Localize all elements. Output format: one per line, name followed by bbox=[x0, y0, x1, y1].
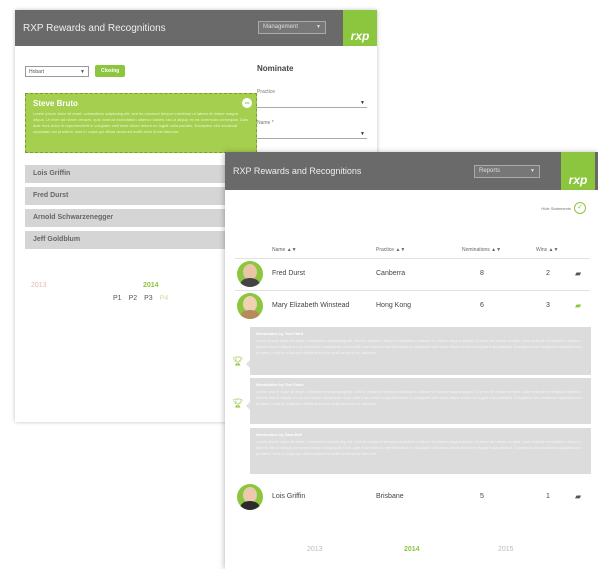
year-2015[interactable]: 2015 bbox=[498, 546, 514, 553]
featured-nominee-card[interactable]: Steve Bruto Lorem ipsum dolor sit amet, … bbox=[25, 93, 257, 153]
table-row[interactable]: Mary Elizabeth Winstead Hong Kong 6 3 ▰ bbox=[225, 293, 598, 321]
caret-down-icon: ▼ bbox=[360, 131, 365, 137]
period-p2[interactable]: P2 bbox=[129, 295, 138, 302]
row-name: Mary Elizabeth Winstead bbox=[272, 302, 350, 309]
nomination-statement: Nomination by Tim Shaw Lorem ipsum dolor… bbox=[250, 378, 591, 424]
year-2014[interactable]: 2014 bbox=[143, 282, 159, 289]
column-nominations[interactable]: Nominations ▲▼ bbox=[462, 247, 501, 253]
view-dropdown-value: Reports bbox=[479, 168, 501, 174]
trophy-icon: 🏆︎ bbox=[232, 398, 251, 410]
year-2013[interactable]: 2013 bbox=[307, 546, 323, 553]
row-wins: 2 bbox=[546, 270, 550, 277]
nomination-statement: Nomination by Sara Bell Lorem ipsum dolo… bbox=[250, 428, 591, 474]
nominate-title: Nominate bbox=[257, 64, 294, 73]
divider bbox=[235, 258, 590, 259]
app-title: RXP Rewards and Recognitions bbox=[233, 166, 362, 176]
trophy-icon: 🏆︎ bbox=[232, 356, 251, 368]
year-2013[interactable]: 2013 bbox=[31, 282, 47, 289]
view-dropdown-value: Management bbox=[263, 24, 299, 30]
rxp-logo: rxp bbox=[343, 10, 377, 46]
nomination-title: Nomination by Tim Shaw bbox=[256, 382, 304, 387]
nomination-text: Lorem ipsum dolor sit amet, consectetur … bbox=[256, 439, 582, 456]
app-title: RXP Rewards and Recognitions bbox=[23, 22, 166, 34]
row-name: Lois Griffin bbox=[272, 493, 306, 500]
caret-down-icon: ▼ bbox=[530, 168, 535, 174]
row-nominations: 6 bbox=[480, 302, 484, 309]
divider bbox=[235, 290, 590, 291]
row-wins: 1 bbox=[546, 493, 550, 500]
caret-down-icon: ▼ bbox=[360, 100, 365, 106]
row-practice: Canberra bbox=[376, 270, 406, 277]
office-select-value: Hobart bbox=[29, 68, 45, 75]
nomination-statement: Nomination by Tom Hard Lorem ipsum dolor… bbox=[250, 327, 591, 375]
row-name: Fred Durst bbox=[272, 270, 306, 277]
row-practice: Brisbane bbox=[376, 493, 404, 500]
avatar bbox=[237, 293, 263, 319]
front-window: RXP Rewards and Recognitions Reports ▼ r… bbox=[225, 152, 598, 569]
featured-nominee-name: Steve Bruto bbox=[33, 99, 78, 108]
practice-select[interactable]: ▼ bbox=[257, 97, 367, 108]
featured-nominee-text: Lorem ipsum dolor sit amet, consectetur … bbox=[33, 111, 248, 134]
year-2014[interactable]: 2014 bbox=[404, 546, 420, 553]
nominee-item[interactable]: Lois Griffin bbox=[25, 165, 257, 183]
nomination-title: Nomination by Sara Bell bbox=[256, 432, 303, 437]
table-row[interactable]: Fred Durst Canberra 8 2 ▰ bbox=[225, 261, 598, 289]
row-wins: 3 bbox=[546, 302, 550, 309]
avatar bbox=[237, 484, 263, 510]
chat-icon[interactable]: ▰ bbox=[575, 269, 581, 278]
view-dropdown[interactable]: Reports ▼ bbox=[474, 165, 540, 178]
caret-down-icon: ▼ bbox=[316, 24, 321, 30]
table-row[interactable]: Lois Griffin Brisbane 5 1 ▰ bbox=[225, 484, 598, 512]
nominee-item[interactable]: Jeff Goldblum bbox=[25, 231, 257, 249]
avatar bbox=[237, 261, 263, 287]
column-wins[interactable]: Wins ▲▼ bbox=[536, 247, 558, 253]
app-header: RXP Rewards and Recognitions Reports ▼ r… bbox=[225, 152, 598, 190]
closing-button[interactable]: Closing bbox=[95, 65, 126, 77]
view-dropdown[interactable]: Management ▼ bbox=[258, 21, 326, 34]
period-nav: P1 P2 P3 P4 bbox=[113, 295, 168, 302]
nomination-text: Lorem ipsum dolor sit amet, consectetur … bbox=[256, 389, 582, 406]
name-label: Name * bbox=[257, 120, 274, 126]
period-p1[interactable]: P1 bbox=[113, 295, 122, 302]
nominate-form: Nominate Practice ▼ Name * ▼ bbox=[257, 64, 367, 139]
office-filter: Hobart ▼ Closing bbox=[25, 65, 126, 77]
column-name[interactable]: Name ▲▼ bbox=[272, 247, 297, 253]
nominee-item[interactable]: Arnold Schwarzenegger bbox=[25, 209, 257, 227]
app-header: RXP Rewards and Recognitions Management … bbox=[15, 10, 377, 46]
nominee-item[interactable]: Fred Durst bbox=[25, 187, 257, 205]
row-practice: Hong Kong bbox=[376, 302, 412, 309]
practice-label: Practice bbox=[257, 89, 276, 95]
minus-circle-icon[interactable]: − bbox=[242, 98, 252, 108]
office-select[interactable]: Hobart ▼ bbox=[25, 65, 89, 77]
table-header: Name ▲▼ Practice ▲▼ Nominations ▲▼ Wins … bbox=[225, 247, 598, 257]
name-select[interactable]: ▼ bbox=[257, 128, 367, 139]
caret-down-icon: ▼ bbox=[80, 68, 85, 75]
column-practice[interactable]: Practice ▲▼ bbox=[376, 247, 405, 253]
nominee-list: Lois Griffin Fred Durst Arnold Schwarzen… bbox=[25, 165, 257, 253]
period-p4[interactable]: P4 bbox=[160, 295, 169, 302]
period-p3[interactable]: P3 bbox=[144, 295, 153, 302]
row-nominations: 8 bbox=[480, 270, 484, 277]
chat-icon[interactable]: ▰ bbox=[575, 492, 581, 501]
hide-statements-label: Hide Statements bbox=[541, 205, 571, 211]
check-circle-icon[interactable]: ✓ bbox=[574, 202, 586, 214]
nomination-text: Lorem ipsum dolor sit amet, consectetur … bbox=[256, 338, 582, 355]
chat-icon[interactable]: ▰ bbox=[575, 301, 581, 310]
nomination-title: Nomination by Tom Hard bbox=[256, 331, 304, 336]
rxp-logo: rxp bbox=[561, 152, 595, 190]
hide-statements-toggle[interactable]: Hide Statements ✓ bbox=[541, 202, 586, 214]
row-nominations: 5 bbox=[480, 493, 484, 500]
